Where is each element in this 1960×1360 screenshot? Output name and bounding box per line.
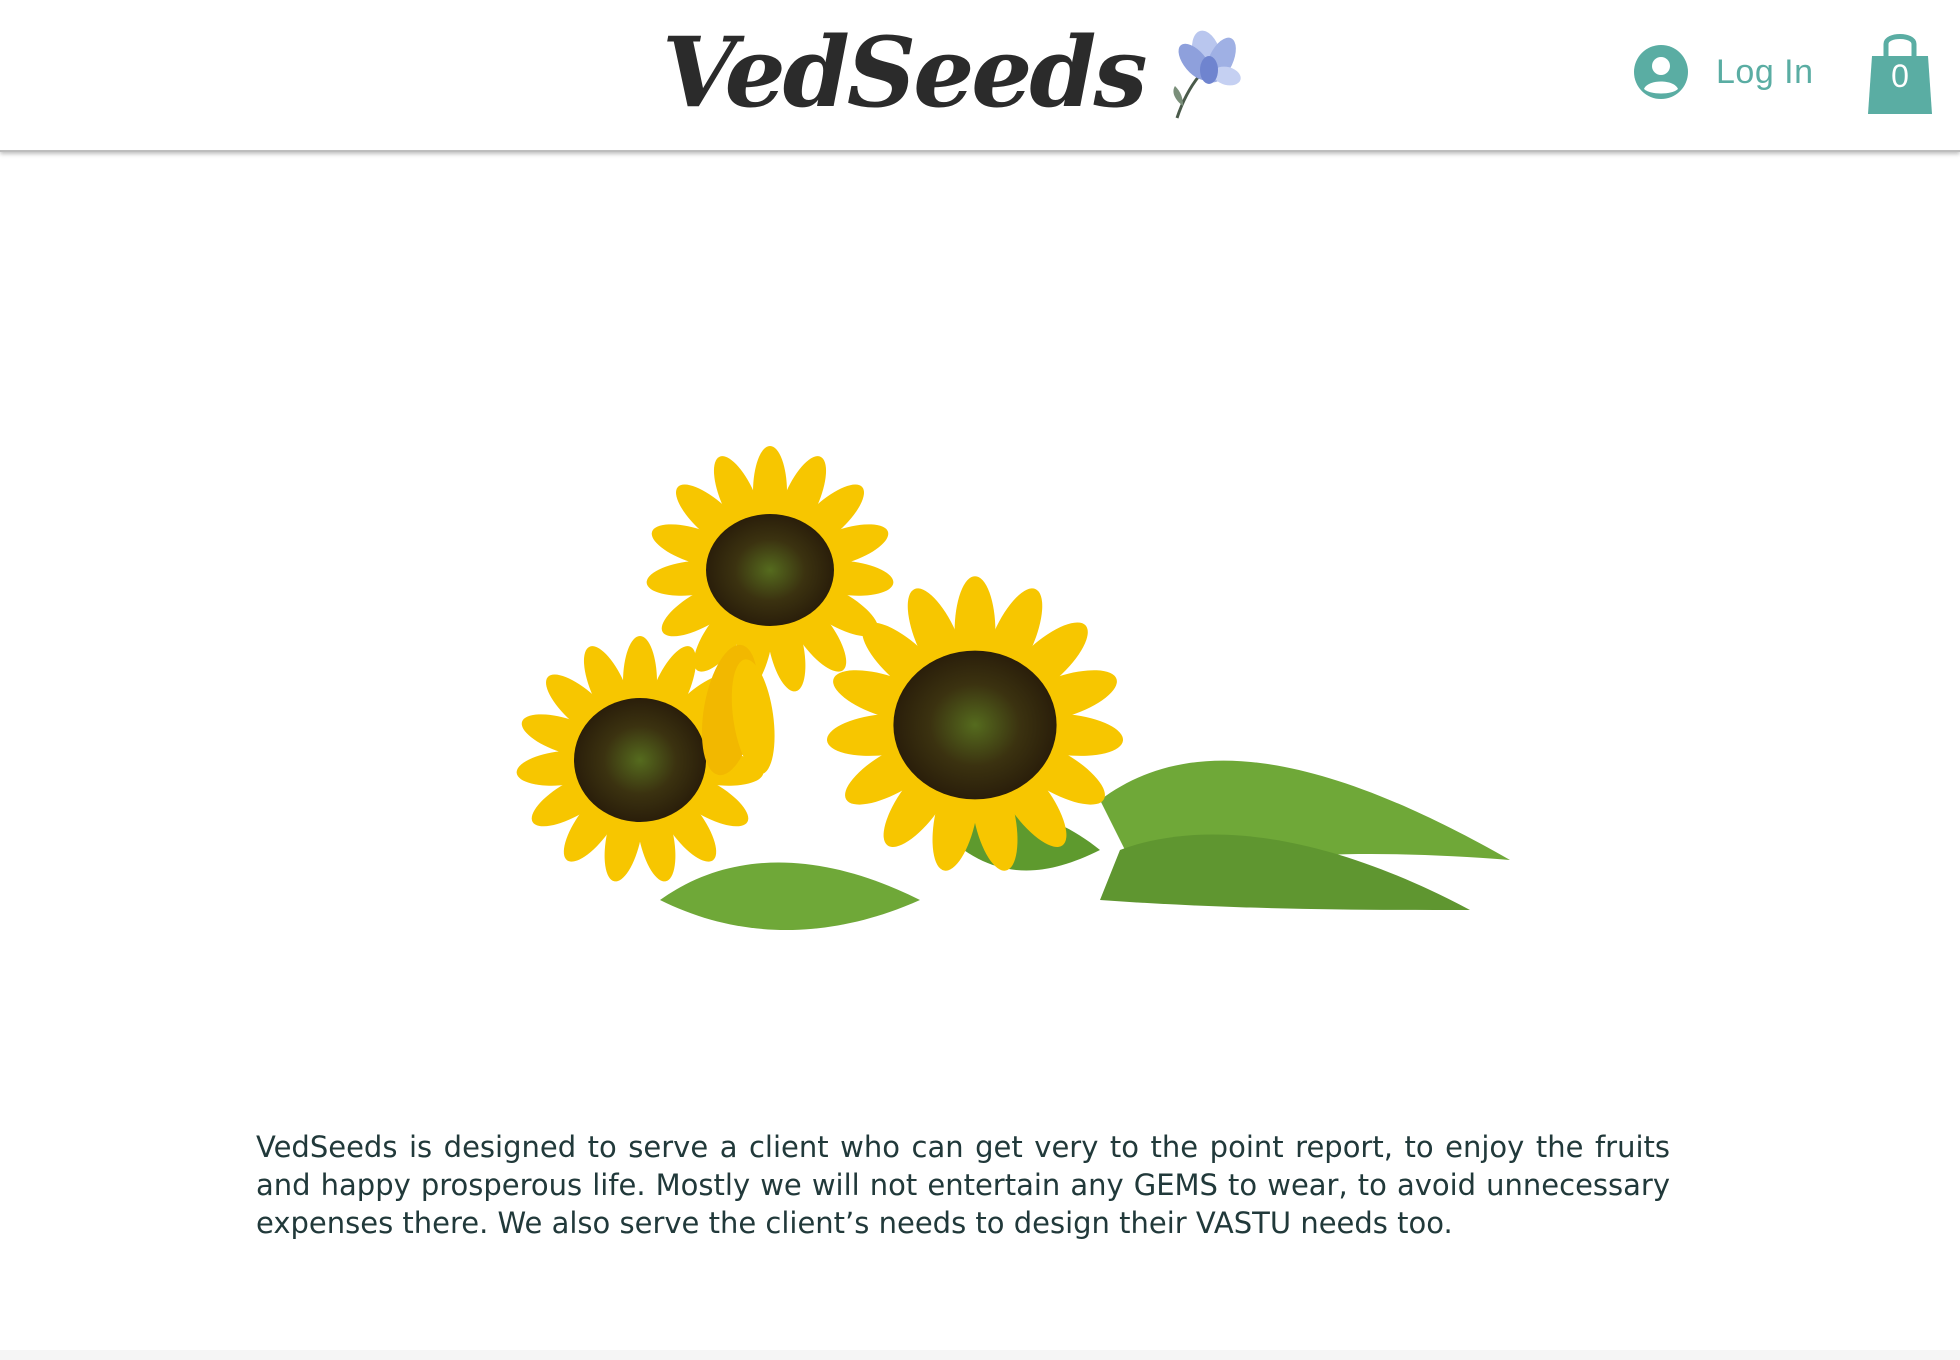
login-label: Log In <box>1716 52 1814 91</box>
login-button[interactable]: Log In <box>1634 40 1814 104</box>
cart-count: 0 <box>1891 58 1909 94</box>
brand-name: VedSeeds <box>662 16 1148 129</box>
cart-button[interactable]: 0 <box>1864 26 1936 118</box>
site-header: VedSeeds Log In 0 <box>0 0 1960 152</box>
site-logo[interactable]: VedSeeds <box>662 14 1243 144</box>
user-avatar-icon <box>1634 45 1688 99</box>
sunflowers-image <box>400 446 1510 930</box>
about-description: VedSeeds is designed to serve a client w… <box>256 1130 1670 1240</box>
footer-strip <box>0 1350 1960 1360</box>
blue-flower-icon <box>1172 30 1241 119</box>
